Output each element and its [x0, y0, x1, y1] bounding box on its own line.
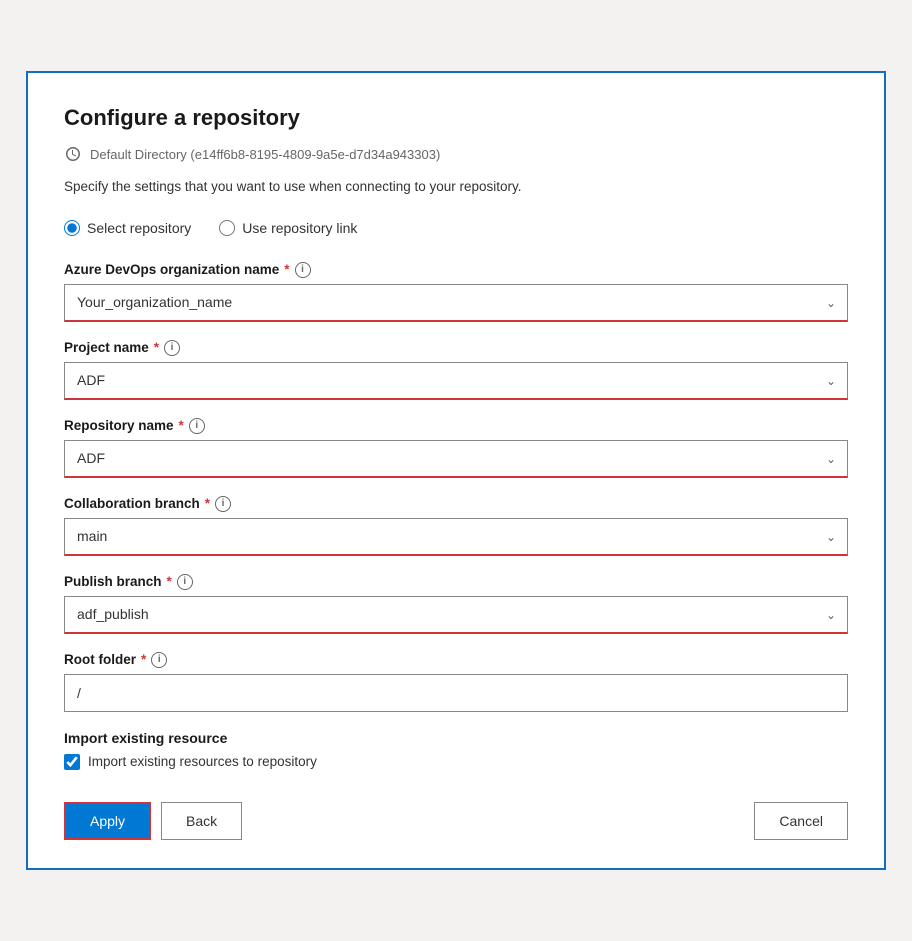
radio-use-link[interactable]: Use repository link	[219, 220, 357, 236]
apply-button[interactable]: Apply	[64, 802, 151, 840]
import-title: Import existing resource	[64, 730, 848, 746]
directory-icon	[64, 145, 82, 163]
import-checkbox-row: Import existing resources to repository	[64, 754, 848, 770]
import-section: Import existing resource Import existing…	[64, 730, 848, 770]
collab-branch-select-wrapper: main ⌄	[64, 518, 848, 556]
collab-branch-required: *	[205, 496, 210, 511]
project-name-info-icon[interactable]: i	[164, 340, 180, 356]
repo-name-info-icon[interactable]: i	[189, 418, 205, 434]
project-name-label: Project name * i	[64, 340, 848, 356]
repo-name-required: *	[179, 418, 184, 433]
back-button[interactable]: Back	[161, 802, 242, 840]
root-folder-required: *	[141, 652, 146, 667]
import-checkbox-label[interactable]: Import existing resources to repository	[88, 754, 317, 769]
project-name-field-group: Project name * i ADF ⌄	[64, 340, 848, 400]
radio-use-link-input[interactable]	[219, 220, 235, 236]
publish-branch-info-icon[interactable]: i	[177, 574, 193, 590]
repo-name-label: Repository name * i	[64, 418, 848, 434]
publish-branch-field-group: Publish branch * i adf_publish ⌄	[64, 574, 848, 634]
repo-name-select-wrapper: ADF ⌄	[64, 440, 848, 478]
project-name-required: *	[154, 340, 159, 355]
import-checkbox[interactable]	[64, 754, 80, 770]
radio-group: Select repository Use repository link	[64, 220, 848, 236]
collab-branch-info-icon[interactable]: i	[215, 496, 231, 512]
org-name-required: *	[284, 262, 289, 277]
collab-branch-select[interactable]: main	[64, 518, 848, 556]
root-folder-label: Root folder * i	[64, 652, 848, 668]
collab-branch-field-group: Collaboration branch * i main ⌄	[64, 496, 848, 556]
radio-use-link-label: Use repository link	[242, 220, 357, 236]
cancel-button[interactable]: Cancel	[754, 802, 848, 840]
org-name-select[interactable]: Your_organization_name	[64, 284, 848, 322]
publish-branch-required: *	[167, 574, 172, 589]
directory-text: Default Directory (e14ff6b8-8195-4809-9a…	[90, 147, 440, 162]
description-text: Specify the settings that you want to us…	[64, 177, 848, 197]
dialog-title: Configure a repository	[64, 105, 848, 131]
project-name-select[interactable]: ADF	[64, 362, 848, 400]
radio-select-repo-input[interactable]	[64, 220, 80, 236]
project-name-select-wrapper: ADF ⌄	[64, 362, 848, 400]
org-name-select-wrapper: Your_organization_name ⌄	[64, 284, 848, 322]
org-name-field-group: Azure DevOps organization name * i Your_…	[64, 262, 848, 322]
org-name-info-icon[interactable]: i	[295, 262, 311, 278]
root-folder-field-group: Root folder * i	[64, 652, 848, 712]
footer-buttons: Apply Back Cancel	[64, 794, 848, 840]
radio-select-repo-label: Select repository	[87, 220, 191, 236]
collab-branch-label: Collaboration branch * i	[64, 496, 848, 512]
radio-select-repository[interactable]: Select repository	[64, 220, 191, 236]
repo-name-field-group: Repository name * i ADF ⌄	[64, 418, 848, 478]
configure-repository-dialog: Configure a repository Default Directory…	[26, 71, 886, 869]
org-name-label: Azure DevOps organization name * i	[64, 262, 848, 278]
publish-branch-select[interactable]: adf_publish	[64, 596, 848, 634]
directory-row: Default Directory (e14ff6b8-8195-4809-9a…	[64, 145, 848, 163]
publish-branch-label: Publish branch * i	[64, 574, 848, 590]
repo-name-select[interactable]: ADF	[64, 440, 848, 478]
root-folder-info-icon[interactable]: i	[151, 652, 167, 668]
root-folder-input[interactable]	[64, 674, 848, 712]
publish-branch-select-wrapper: adf_publish ⌄	[64, 596, 848, 634]
